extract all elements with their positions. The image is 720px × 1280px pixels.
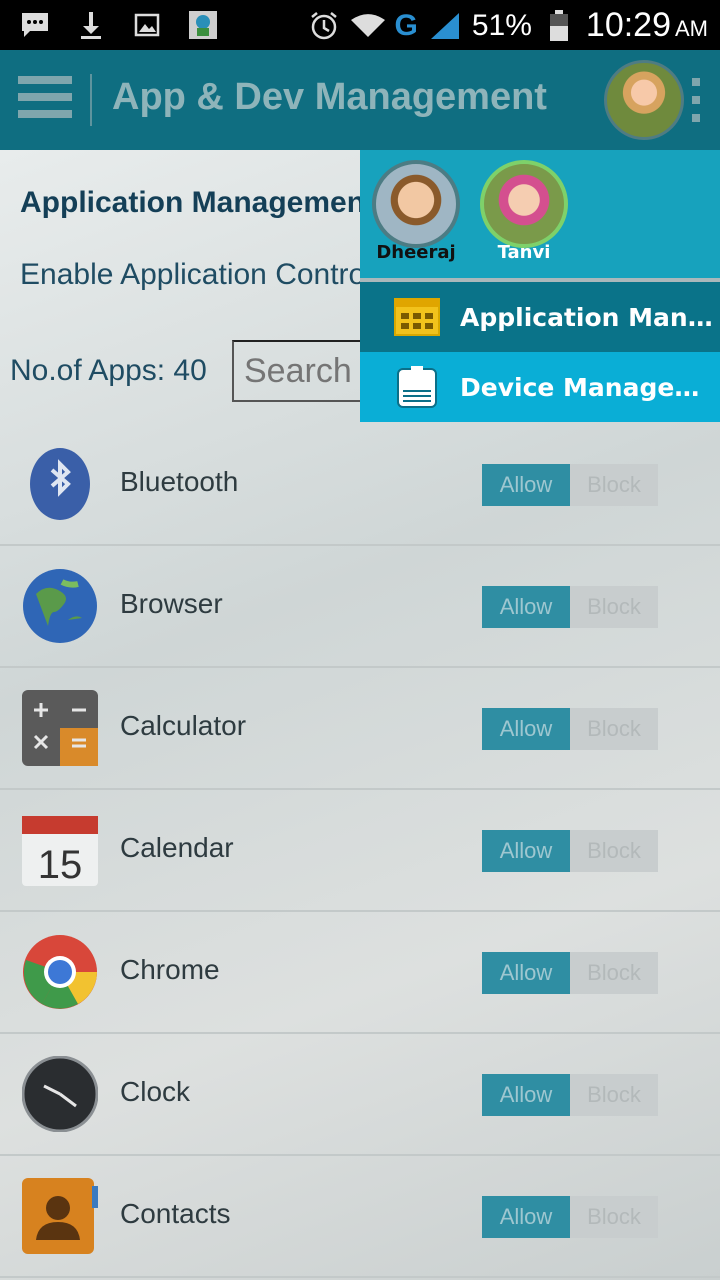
allow-block-switch: Allow Block <box>482 1196 658 1238</box>
list-item: 15 Calendar Allow Block <box>0 790 720 912</box>
clock-time: 10:29 AM <box>586 6 708 45</box>
profile-name: Tanvi <box>497 242 551 263</box>
app-icon <box>186 8 220 42</box>
app-list: Bluetooth Allow Block Browser Allow Bloc… <box>0 424 720 1278</box>
block-button[interactable]: Block <box>570 1074 658 1116</box>
app-name: Bluetooth <box>120 466 239 497</box>
allow-block-switch: Allow Block <box>482 830 658 872</box>
app-bar: App & Dev Management <box>0 50 720 150</box>
list-item: Contacts Allow Block <box>0 1156 720 1278</box>
app-name: Chrome <box>120 954 220 985</box>
profile-switcher: Dheeraj Tanvi <box>360 150 720 280</box>
list-item: Calculator Allow Block <box>0 668 720 790</box>
block-button[interactable]: Block <box>570 830 658 872</box>
block-button[interactable]: Block <box>570 1196 658 1238</box>
allow-button[interactable]: Allow <box>482 586 570 628</box>
page-title: App & Dev Management <box>112 76 547 118</box>
bluetooth-icon <box>22 446 98 522</box>
profile-dropdown: Dheeraj Tanvi Application Manag... Devic… <box>360 150 720 422</box>
battery-percent: 51% <box>471 8 532 42</box>
allow-block-switch: Allow Block <box>482 1074 658 1116</box>
contacts-icon <box>22 1178 98 1254</box>
globe-icon <box>22 568 98 644</box>
profile-name: Dheeraj <box>376 242 456 263</box>
menu-item-label: Application Manag... <box>460 302 715 332</box>
section-title: Application Managemen <box>20 186 366 219</box>
menu-icon[interactable] <box>18 76 72 124</box>
menu-item-application-management[interactable]: Application Manag... <box>360 282 720 352</box>
status-bar: G 51% 10:29 AM <box>0 0 720 50</box>
block-button[interactable]: Block <box>570 952 658 994</box>
allow-button[interactable]: Allow <box>482 1074 570 1116</box>
block-button[interactable]: Block <box>570 586 658 628</box>
image-icon <box>130 8 164 42</box>
signal-icon <box>428 9 462 43</box>
clock-icon <box>21 1055 99 1133</box>
allow-button[interactable]: Allow <box>482 830 570 872</box>
time-ampm: AM <box>675 16 708 41</box>
profile-dheeraj[interactable]: Dheeraj <box>370 160 462 263</box>
app-bar-divider <box>90 74 92 126</box>
allow-button[interactable]: Allow <box>482 952 570 994</box>
allow-button[interactable]: Allow <box>482 708 570 750</box>
network-type: G <box>394 8 418 42</box>
list-item: Chrome Allow Block <box>0 912 720 1034</box>
wifi-icon <box>350 9 385 43</box>
apps-count: No.of Apps: 40 <box>10 354 207 387</box>
chrome-icon <box>22 934 98 1010</box>
allow-block-switch: Allow Block <box>482 586 658 628</box>
message-icon <box>18 8 52 42</box>
time-value: 10:29 <box>585 6 671 44</box>
app-name: Calendar <box>120 832 234 863</box>
list-item: Bluetooth Allow Block <box>0 424 720 546</box>
allow-button[interactable]: Allow <box>482 1196 570 1238</box>
menu-item-device-management[interactable]: Device Management <box>360 352 720 422</box>
calendar-day: 15 <box>38 843 83 887</box>
app-name: Calculator <box>120 710 247 741</box>
allow-button[interactable]: Allow <box>482 464 570 506</box>
calculator-icon <box>22 690 98 766</box>
calendar-icon: 15 <box>22 812 98 888</box>
alarm-icon <box>307 9 341 43</box>
enable-controls-label: Enable Application Controls <box>20 258 387 291</box>
profile-tanvi[interactable]: Tanvi <box>478 160 570 263</box>
app-name: Clock <box>120 1076 191 1107</box>
list-item: Browser Allow Block <box>0 546 720 668</box>
keyboard-grid-icon <box>392 295 442 339</box>
menu-item-label: Device Management <box>460 372 715 402</box>
profile-avatar[interactable] <box>480 160 568 248</box>
app-name: Browser <box>120 588 223 619</box>
allow-block-switch: Allow Block <box>482 708 658 750</box>
overflow-menu-icon[interactable] <box>692 78 702 124</box>
block-button[interactable]: Block <box>570 708 658 750</box>
list-item: Clock Allow Block <box>0 1034 720 1156</box>
app-name: Contacts <box>120 1198 231 1229</box>
profile-avatar[interactable] <box>372 160 460 248</box>
device-icon <box>392 365 442 409</box>
battery-icon <box>542 9 576 43</box>
download-icon <box>74 8 108 42</box>
block-button[interactable]: Block <box>570 464 658 506</box>
avatar[interactable] <box>604 60 684 140</box>
allow-block-switch: Allow Block <box>482 952 658 994</box>
allow-block-switch: Allow Block <box>482 464 658 506</box>
